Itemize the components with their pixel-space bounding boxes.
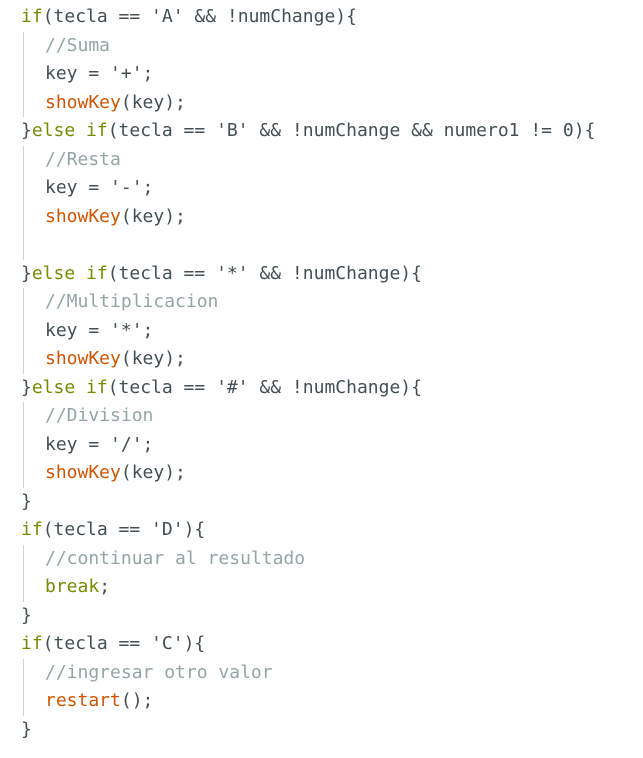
code-text: }: [21, 120, 32, 141]
indent-guide: [23, 231, 24, 260]
code-text: (tecla == 'B' && !numChange && numero1 !…: [107, 120, 596, 141]
code-line[interactable]: //Multiplicacion: [0, 288, 643, 317]
code-keyword: else if: [31, 262, 108, 284]
indent-guide: [23, 430, 24, 459]
indent-guide: [23, 31, 24, 60]
code-line[interactable]: if(tecla == 'D'){: [0, 516, 643, 545]
indent-guide: [23, 202, 24, 231]
code-text: (key);: [120, 205, 186, 227]
code-line[interactable]: //ingresar otro valor: [0, 658, 643, 687]
code-text: (tecla == '*' && !numChange){: [107, 262, 422, 284]
indent-guide: [23, 145, 24, 174]
code-text: }: [21, 376, 32, 398]
indent-guide: [23, 573, 24, 602]
indent-guide: [23, 345, 24, 374]
code-line[interactable]: key = '+';: [0, 60, 643, 89]
code-comment: //Division: [45, 405, 154, 426]
code-keyword: if: [21, 6, 43, 27]
code-text: (tecla == 'A' && !numChange){: [42, 6, 357, 27]
code-line[interactable]: //Suma: [0, 31, 643, 60]
code-line[interactable]: }: [0, 602, 643, 631]
code-text: (key);: [120, 91, 186, 113]
code-line[interactable]: showKey(key);: [0, 202, 643, 231]
indent-guide: [23, 316, 24, 345]
code-text: ();: [120, 690, 154, 711]
code-comment: //Multiplicacion: [45, 291, 219, 312]
code-line[interactable]: if(tecla == 'C'){: [0, 630, 643, 659]
indent-guide: [23, 88, 24, 117]
code-function-name: showKey: [45, 462, 121, 483]
code-line[interactable]: restart();: [0, 687, 643, 716]
code-function-name: restart: [45, 690, 121, 711]
code-text: (tecla == '#' && !numChange){: [107, 376, 422, 398]
code-line[interactable]: //Resta: [0, 145, 643, 174]
code-text: key = '/';: [45, 433, 154, 455]
code-line[interactable]: key = '*';: [0, 316, 643, 345]
code-function-name: showKey: [45, 205, 121, 227]
code-editor[interactable]: if(tecla == 'A' && !numChange){//Suma key…: [0, 3, 643, 744]
code-line[interactable]: }else if(tecla == '#' && !numChange){: [0, 374, 643, 403]
code-line[interactable]: key = '/';: [0, 430, 643, 459]
code-keyword: else if: [31, 120, 108, 141]
code-comment: //ingresar otro valor: [45, 661, 273, 683]
code-line[interactable]: showKey(key);: [0, 345, 643, 374]
code-text: }: [21, 718, 32, 740]
code-line[interactable]: key = '-';: [0, 174, 643, 203]
code-text: }: [21, 262, 32, 284]
code-text: }: [21, 604, 32, 626]
indent-guide: [23, 402, 24, 431]
code-line[interactable]: showKey(key);: [0, 459, 643, 488]
code-text: key = '*';: [45, 319, 154, 341]
indent-guide: [23, 459, 24, 488]
code-function-name: showKey: [45, 348, 121, 369]
indent-guide: [23, 658, 24, 687]
indent-guide: [23, 687, 24, 716]
code-line[interactable]: //Division: [0, 402, 643, 431]
code-text: (key);: [120, 348, 186, 369]
indent-guide: [23, 60, 24, 89]
code-line[interactable]: }: [0, 488, 643, 517]
code-keyword: else if: [31, 376, 108, 398]
code-comment: //Resta: [45, 148, 121, 170]
code-line[interactable]: //continuar al resultado: [0, 544, 643, 573]
code-keyword: if: [21, 633, 43, 654]
code-line[interactable]: showKey(key);: [0, 88, 643, 117]
code-text: key = '-';: [45, 177, 154, 198]
code-text: ;: [99, 576, 111, 597]
code-line[interactable]: }else if(tecla == 'B' && !numChange && n…: [0, 117, 643, 146]
indent-guide: [23, 288, 24, 317]
code-line[interactable]: }else if(tecla == '*' && !numChange){: [0, 260, 643, 289]
code-function-name: showKey: [45, 91, 121, 113]
code-comment: //Suma: [45, 34, 111, 56]
code-line[interactable]: break;: [0, 573, 643, 602]
code-comment: //continuar al resultado: [45, 547, 306, 569]
code-text: key = '+';: [45, 63, 154, 84]
code-keyword: break: [45, 576, 100, 597]
code-line[interactable]: if(tecla == 'A' && !numChange){: [0, 3, 643, 32]
code-text: }: [21, 490, 32, 512]
code-line[interactable]: }: [0, 716, 643, 745]
code-text: (tecla == 'C'){: [42, 633, 206, 654]
code-text: (tecla == 'D'){: [42, 519, 206, 540]
indent-guide: [23, 544, 24, 573]
code-keyword: if: [21, 519, 43, 540]
code-line[interactable]: [0, 231, 643, 260]
indent-guide: [23, 174, 24, 203]
code-text: (key);: [120, 462, 186, 483]
